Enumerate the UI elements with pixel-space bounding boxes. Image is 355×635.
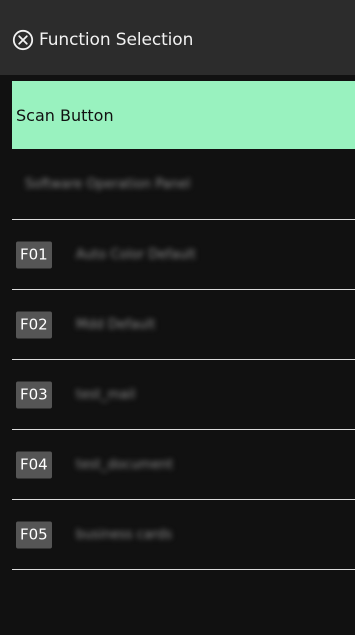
function-badge: F04: [16, 451, 52, 478]
function-list: Scan Button Software Operation Panel F01…: [12, 81, 355, 570]
list-item-label: Mdd Default: [76, 317, 156, 332]
list-item-f04[interactable]: F04 test_document: [12, 430, 355, 500]
circle-x-icon: [12, 29, 34, 51]
list-item-f01[interactable]: F01 Auto Color Default: [12, 220, 355, 290]
list-item-label: Auto Color Default: [76, 247, 196, 262]
list-item-label: Scan Button: [16, 105, 114, 125]
list-item-scan-button[interactable]: Scan Button: [12, 81, 355, 149]
function-badge: F02: [16, 311, 52, 338]
list-item-software-operation-panel[interactable]: Software Operation Panel: [12, 149, 355, 220]
list-item-label: test_document: [76, 457, 174, 472]
function-badge: F01: [16, 241, 52, 268]
list-item-f05[interactable]: F05 business cards: [12, 500, 355, 570]
header-bar: Function Selection: [0, 0, 355, 75]
list-item-label: business cards: [76, 527, 173, 542]
list-item-label: Software Operation Panel: [25, 176, 191, 192]
list-item-f02[interactable]: F02 Mdd Default: [12, 290, 355, 360]
list-item-label: test_mail: [76, 387, 136, 402]
page-title: Function Selection: [39, 30, 194, 50]
list-item-f03[interactable]: F03 test_mail: [12, 360, 355, 430]
function-badge: F03: [16, 381, 52, 408]
close-button[interactable]: [12, 29, 34, 51]
function-badge: F05: [16, 521, 52, 548]
function-selection-panel: Function Selection Scan Button Software …: [0, 0, 355, 635]
